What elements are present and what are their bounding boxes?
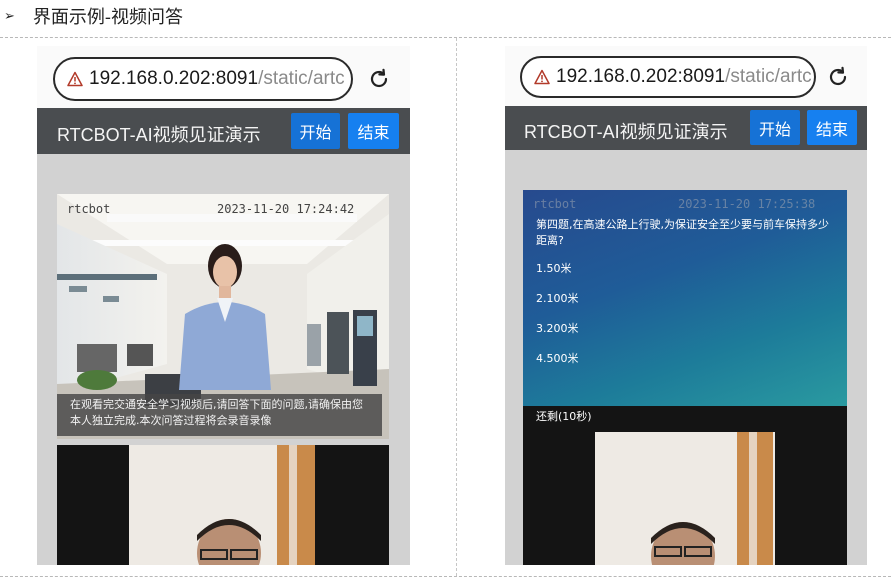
app-header: RTCBOT-AI视频见证演示 开始 结束 xyxy=(37,108,410,154)
left-stream-label: rtcbot xyxy=(67,202,111,216)
start-button[interactable]: 开始 xyxy=(750,110,800,145)
option-2: 2.100米 xyxy=(536,292,579,305)
avatar-video: rtcbot 2023-11-20 17:24:42 在观看完交通安全学习视频后… xyxy=(57,194,389,439)
bottom-divider xyxy=(0,576,891,577)
question-line-1: 第四题,在高速公路上行驶,为保证安全至少要与前车保持多少 xyxy=(536,218,829,231)
caption-line-2: 本人独立完成.本次问答过程将会录音录像 xyxy=(70,414,272,427)
user-camera-view xyxy=(57,445,389,565)
address-bar[interactable]: 192.168.0.202:8091/static/artc xyxy=(53,57,353,101)
app-header: RTCBOT-AI视频见证演示 开始 结束 xyxy=(505,106,867,150)
question-line-2: 距离? xyxy=(536,234,564,247)
end-button[interactable]: 结束 xyxy=(348,113,399,149)
option-3: 3.200米 xyxy=(536,322,579,335)
app-title: RTCBOT-AI视频见证演示 xyxy=(57,125,261,145)
right-stream-label: rtcbot xyxy=(533,197,577,211)
url-host: 192.168.0.202:8091 xyxy=(89,68,259,89)
user-camera-feed xyxy=(129,445,315,565)
start-button[interactable]: 开始 xyxy=(291,113,340,149)
option-1: 1.50米 xyxy=(536,262,572,275)
bullet-arrow-icon: ➢ xyxy=(4,8,15,24)
left-timestamp: 2023-11-20 17:24:42 xyxy=(217,202,355,216)
url-path: /static/artc xyxy=(725,66,812,87)
warning-triangle-icon xyxy=(534,69,550,85)
warning-triangle-icon xyxy=(67,71,83,87)
caption-box: 在观看完交通安全学习视频后,请回答下面的问题,请确保由您 本人独立完成.本次问答… xyxy=(57,394,382,436)
app-title: RTCBOT-AI视频见证演示 xyxy=(524,122,728,142)
right-phone-screenshot: 192.168.0.202:8091/static/artc RTCBOT-AI… xyxy=(505,46,867,565)
caption-line-1: 在观看完交通安全学习视频后,请回答下面的问题,请确保由您 xyxy=(70,398,363,411)
reload-icon[interactable] xyxy=(368,68,390,90)
end-button[interactable]: 结束 xyxy=(807,110,857,145)
option-4: 4.500米 xyxy=(536,352,579,365)
right-timestamp: 2023-11-20 17:25:38 xyxy=(678,197,816,211)
reload-icon[interactable] xyxy=(827,66,849,88)
url-path: /static/artc xyxy=(258,68,345,89)
user-camera-view: 还剩(10秒) xyxy=(523,406,847,565)
doc-heading-text: 界面示例-视频问答 xyxy=(32,7,183,28)
browser-address-area: 192.168.0.202:8091/static/artc xyxy=(505,46,867,106)
user-camera-feed xyxy=(595,432,775,565)
column-divider xyxy=(456,38,457,576)
quiz-panel: rtcbot 2023-11-20 17:25:38 第四题,在高速公路上行驶,… xyxy=(523,190,847,406)
left-phone-screenshot: 192.168.0.202:8091/static/artc RTCBOT-AI… xyxy=(37,46,410,565)
doc-heading: ➢ 界面示例-视频问答 xyxy=(4,3,183,29)
top-divider xyxy=(0,37,891,38)
address-bar[interactable]: 192.168.0.202:8091/static/artc xyxy=(520,56,816,98)
browser-address-area: 192.168.0.202:8091/static/artc xyxy=(37,46,410,108)
url-host: 192.168.0.202:8091 xyxy=(556,66,726,87)
